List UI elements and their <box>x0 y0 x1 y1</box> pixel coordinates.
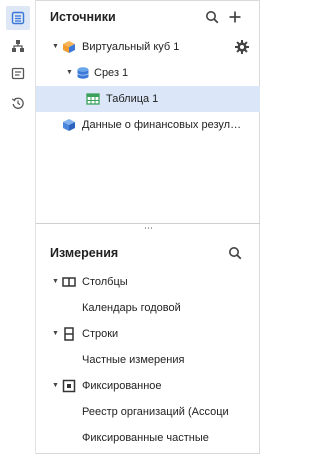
search-icon[interactable] <box>203 8 221 26</box>
dimension-item-label: Частные измерения <box>82 354 185 366</box>
tree-node-slice[interactable]: ▼ Срез 1 <box>36 60 260 86</box>
search-icon[interactable] <box>226 244 244 262</box>
left-rail <box>0 0 36 454</box>
expand-caret-icon[interactable]: ▼ <box>52 330 60 338</box>
tree-node-label: Виртуальный куб 1 <box>82 41 180 53</box>
sources-list-icon <box>11 11 25 25</box>
dimension-group-fixed[interactable]: ▼ Фиксированное <box>36 373 260 399</box>
dimension-group-label: Фиксированное <box>82 380 162 392</box>
rail-history-button[interactable] <box>6 91 30 115</box>
gear-icon[interactable] <box>234 39 250 55</box>
dimension-item[interactable]: Фиксированные частные <box>36 425 260 451</box>
dimension-item-label: Фиксированные частные <box>82 432 209 444</box>
history-icon <box>11 96 25 110</box>
panel-splitter[interactable]: ⋯ <box>36 222 260 236</box>
columns-icon <box>62 275 76 289</box>
tree-node-financial-data[interactable]: Данные о финансовых резул… <box>36 112 260 138</box>
dimension-item[interactable]: Реестр организаций (Ассоци <box>36 399 260 425</box>
dimension-group-columns[interactable]: ▼ Столбцы <box>36 269 260 295</box>
hierarchy-icon <box>11 39 25 53</box>
cube-blue-icon <box>62 118 76 132</box>
dimension-item[interactable]: Календарь годовой <box>36 295 260 321</box>
dimensions-panel: Измерения ▼ Столбцы Календарь годовой ▼ <box>36 236 260 454</box>
table-icon <box>86 92 100 106</box>
tree-node-label: Срез 1 <box>94 67 129 79</box>
expand-caret-icon[interactable]: ▼ <box>66 69 74 77</box>
dimension-group-rows[interactable]: ▼ Строки <box>36 321 260 347</box>
plus-icon[interactable] <box>226 8 244 26</box>
comment-icon <box>11 67 25 81</box>
tree-node-label: Данные о финансовых резул… <box>82 119 242 131</box>
sources-header: Источники <box>36 0 260 34</box>
dimension-item-label: Календарь годовой <box>82 302 181 314</box>
cube-icon <box>62 40 76 54</box>
tree-node-cube[interactable]: ▼ Виртуальный куб 1 <box>36 34 260 60</box>
dimension-group-label: Строки <box>82 328 119 340</box>
sources-panel: Источники ▼ Виртуальный куб 1 ▼ Срез 1 Т… <box>36 0 260 222</box>
rail-comments-button[interactable] <box>6 62 30 86</box>
fixed-icon <box>62 379 76 393</box>
tree-node-label: Таблица 1 <box>106 93 159 105</box>
splitter-handle-icon[interactable]: ⋯ <box>140 224 156 233</box>
dimension-item[interactable]: Частные измерения <box>36 347 260 373</box>
dimension-group-label: Столбцы <box>82 276 128 288</box>
rail-hierarchy-button[interactable] <box>6 34 30 58</box>
sources-title: Источники <box>50 10 116 24</box>
dimensions-header: Измерения <box>36 236 260 270</box>
slice-icon <box>76 66 90 80</box>
dimension-item-label: Реестр организаций (Ассоци <box>82 406 229 418</box>
rail-sources-button[interactable] <box>6 6 30 30</box>
dimensions-title: Измерения <box>50 246 119 260</box>
expand-caret-icon[interactable]: ▼ <box>52 382 60 390</box>
expand-caret-icon[interactable]: ▼ <box>52 43 60 51</box>
tree-node-table[interactable]: Таблица 1 <box>36 86 260 112</box>
rows-icon <box>62 327 76 341</box>
expand-caret-icon[interactable]: ▼ <box>52 278 60 286</box>
